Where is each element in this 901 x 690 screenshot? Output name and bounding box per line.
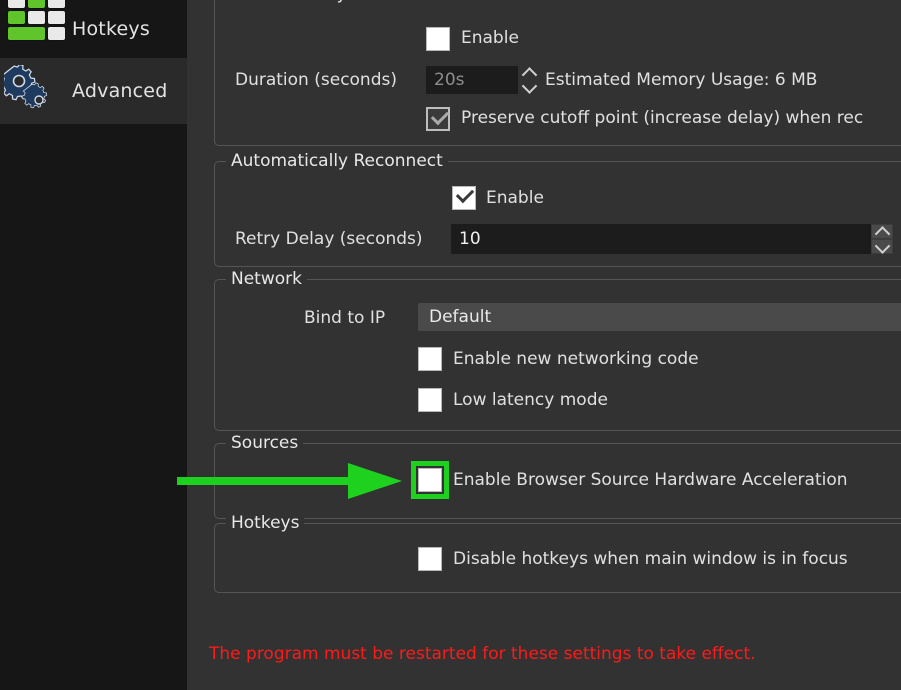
group-title-hotkeys: Hotkeys (226, 513, 305, 533)
retry-delay-label: Retry Delay (seconds) (235, 229, 423, 249)
bind-to-ip-label: Bind to IP (304, 308, 386, 328)
preserve-cutoff-label: Preserve cutoff point (increase delay) w… (461, 108, 864, 128)
stream-delay-enable-label: Enable (461, 28, 519, 48)
auto-reconnect-enable-label: Enable (486, 188, 544, 208)
sidebar-item-label: Hotkeys (72, 18, 150, 40)
bind-to-ip-dropdown[interactable]: Default (418, 303, 901, 331)
gears-icon (0, 63, 62, 117)
bind-to-ip-value: Default (429, 307, 492, 327)
disable-hotkeys-checkbox[interactable] (418, 547, 442, 571)
low-latency-mode-checkbox[interactable] (418, 388, 442, 412)
duration-spinbox[interactable]: 20s (426, 66, 518, 94)
retry-delay-spin-down[interactable] (871, 237, 893, 254)
sidebar-item-label: Advanced (72, 80, 168, 102)
group-title-automatically-reconnect: Automatically Reconnect (226, 151, 448, 171)
advanced-settings-panel: Stream Delay Enable Duration (seconds) 2… (187, 0, 901, 690)
preserve-cutoff-checkbox (426, 106, 450, 131)
retry-delay-value: 10 (459, 229, 481, 249)
duration-spin-buttons[interactable] (518, 66, 540, 94)
restart-warning-text: The program must be restarted for these … (209, 644, 756, 664)
obs-advanced-settings-window: Hotkeys Advanced Stream Del (0, 0, 901, 690)
group-title-stream-delay: Stream Delay (226, 0, 352, 4)
settings-sidebar: Hotkeys Advanced (0, 0, 187, 690)
enable-new-networking-checkbox[interactable] (418, 347, 442, 371)
duration-value: 20s (434, 70, 465, 90)
stream-delay-enable-checkbox[interactable] (426, 27, 450, 51)
sidebar-item-advanced[interactable]: Advanced (0, 58, 187, 124)
retry-delay-spin-up[interactable] (871, 224, 893, 242)
duration-label: Duration (seconds) (235, 70, 397, 90)
auto-reconnect-enable-checkbox[interactable] (452, 184, 476, 210)
retry-delay-spinbox[interactable]: 10 (451, 224, 873, 254)
estimated-memory-usage-label: Estimated Memory Usage: 6 MB (545, 70, 818, 90)
group-title-sources: Sources (226, 433, 304, 453)
disable-hotkeys-label: Disable hotkeys when main window is in f… (453, 549, 848, 569)
keyboard-icon (4, 0, 65, 55)
enable-new-networking-label: Enable new networking code (453, 349, 699, 369)
group-title-network: Network (226, 269, 307, 289)
low-latency-mode-label: Low latency mode (453, 390, 608, 410)
check-icon (455, 184, 475, 204)
duration-spin-down[interactable] (518, 78, 540, 94)
retry-delay-spin-buttons[interactable] (871, 224, 893, 254)
check-icon (430, 106, 450, 126)
highlight-box (411, 461, 449, 499)
sidebar-item-hotkeys[interactable]: Hotkeys (0, 0, 187, 58)
browser-hw-accel-label: Enable Browser Source Hardware Accelerat… (453, 470, 848, 490)
